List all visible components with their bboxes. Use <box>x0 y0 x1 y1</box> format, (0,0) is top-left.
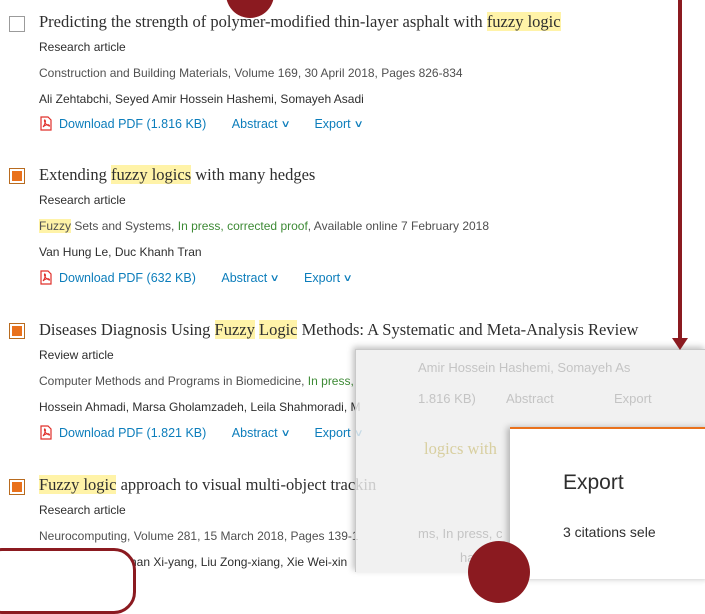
download-pdf-link[interactable]: Download PDF (1.821 KB) <box>39 425 206 440</box>
chevron-down-icon: ∨ <box>280 427 291 439</box>
chevron-down-icon: ∨ <box>342 272 353 284</box>
citations-selected-count: 3 citations sele <box>563 524 656 540</box>
article-type: Review article <box>39 348 114 362</box>
ghost-abstract: Abstract <box>506 391 554 406</box>
article-type: Research article <box>39 193 126 207</box>
abstract-toggle[interactable]: Abstract ∨ <box>221 270 281 285</box>
result-title[interactable]: Extending fuzzy logics with many hedges <box>39 165 315 185</box>
result-actions: Download PDF (1.816 KB) Abstract ∨ Export… <box>39 116 364 131</box>
chevron-down-icon: ∨ <box>269 272 281 284</box>
article-type: Research article <box>39 40 126 54</box>
article-source: Computer Methods and Programs in Biomedi… <box>39 374 354 388</box>
result-title[interactable]: Fuzzy logic approach to visual multi-obj… <box>39 475 376 495</box>
download-pdf-link[interactable]: Download PDF (632 KB) <box>39 270 196 285</box>
result-checkbox[interactable] <box>9 168 25 184</box>
result-actions: Download PDF (1.821 KB) Abstract ∨ Export… <box>39 425 363 440</box>
article-authors: Van Hung Le, Duc Khanh Tran <box>39 245 202 259</box>
article-source: Construction and Building Materials, Vol… <box>39 66 463 80</box>
result-checkbox[interactable] <box>9 323 25 339</box>
ghost-authors: Amir Hossein Hashemi, Somayeh As <box>418 360 631 375</box>
annotation-marker <box>468 541 530 603</box>
export-toggle[interactable]: Export∨ <box>304 270 353 285</box>
ghost-pdf: 1.816 KB) <box>418 391 476 406</box>
abstract-toggle[interactable]: Abstract ∨ <box>232 425 291 440</box>
pdf-icon <box>39 270 53 285</box>
export-dialog: Export 3 citations sele <box>510 427 705 579</box>
ghost-title: logics with <box>424 439 497 458</box>
export-dialog-title: Export <box>563 471 624 494</box>
chevron-down-icon: ∨ <box>280 118 291 130</box>
download-pdf-link[interactable]: Download PDF (1.816 KB) <box>39 116 206 131</box>
article-authors: han Xi-yang, Liu Zong-xiang, Xie Wei-xin <box>130 555 348 569</box>
result-title[interactable]: Diseases Diagnosis Using Fuzzy Logic Met… <box>39 320 638 340</box>
annotation-box <box>0 548 136 614</box>
result-title[interactable]: Predicting the strength of polymer-modif… <box>39 12 561 32</box>
abstract-toggle[interactable]: Abstract ∨ <box>232 116 291 131</box>
chevron-down-icon: ∨ <box>353 118 364 130</box>
ghost-export: Export <box>614 391 652 406</box>
article-type: Research article <box>39 503 126 517</box>
result-actions: Download PDF (632 KB) Abstract ∨ Export ∨ <box>39 270 353 285</box>
result-checkbox[interactable] <box>9 479 25 495</box>
pdf-icon <box>39 116 53 131</box>
article-authors: Hossein Ahmadi, Marsa Gholamzadeh, Leila… <box>39 400 361 414</box>
article-source: Fuzzy Sets and Systems, In press, correc… <box>39 219 490 233</box>
annotation-arrow-head <box>672 338 688 350</box>
article-source: Neurocomputing, Volume 281, 15 March 201… <box>39 529 359 543</box>
export-toggle[interactable]: Export∨ <box>314 116 364 131</box>
article-authors: Ali Zehtabchi, Seyed Amir Hossein Hashem… <box>39 92 364 106</box>
pdf-icon <box>39 425 53 440</box>
result-checkbox[interactable] <box>9 16 25 32</box>
ghost-source: ms, In press, c <box>418 526 503 541</box>
annotation-arrow <box>678 0 682 345</box>
